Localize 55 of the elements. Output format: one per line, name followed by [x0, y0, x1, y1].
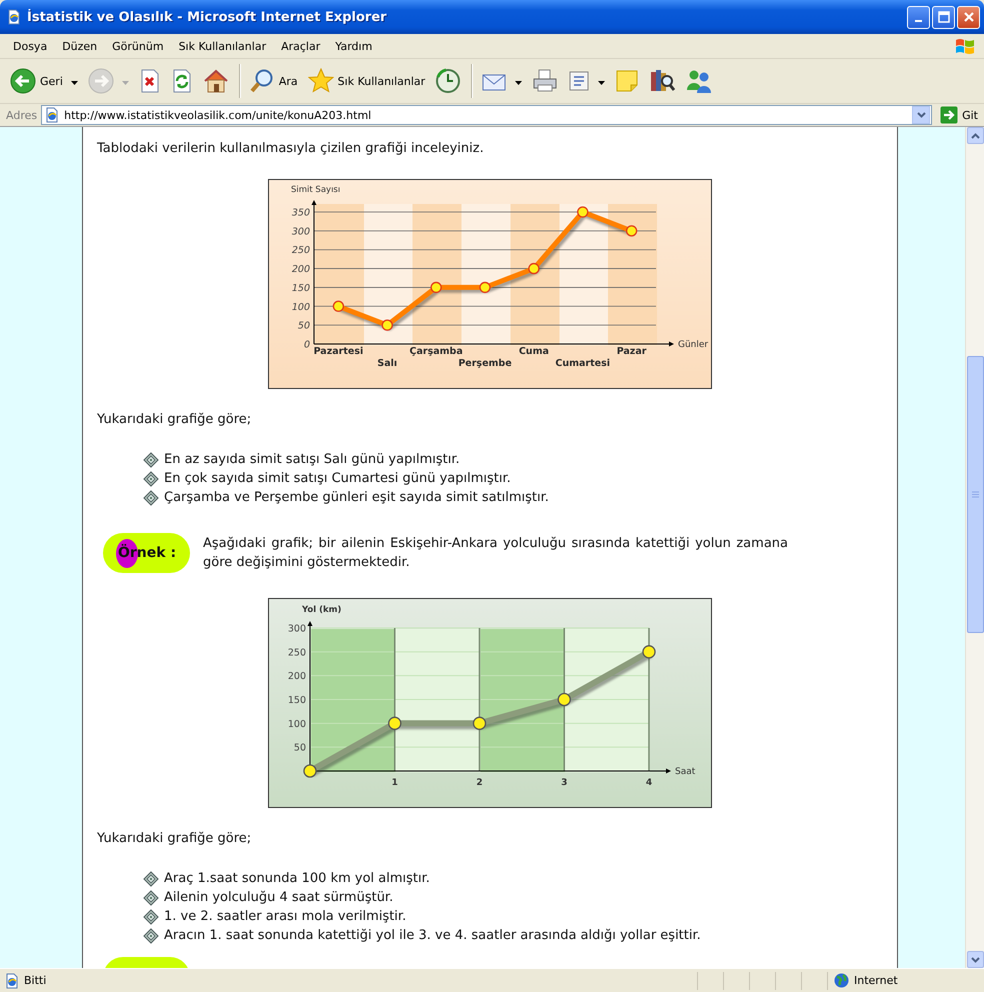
- x-category-label: Pazartesi: [314, 346, 364, 357]
- y-tick-label: 200: [288, 671, 306, 682]
- list-item: Ailenin yolculuğu 4 saat sürmüştür.: [164, 889, 394, 907]
- menu-item[interactable]: Düzen: [55, 38, 106, 54]
- back-button[interactable]: Geri: [6, 65, 67, 97]
- paragraph: Tablodaki verilerin kullanılmasıyla çizilen grafiği inceleyiniz.: [97, 140, 485, 158]
- x-axis-title: Saat: [675, 767, 696, 777]
- address-label: Adres: [6, 108, 38, 122]
- address-field[interactable]: http://www.istatistikveolasilik.com/unite/konuA203.html: [41, 105, 932, 125]
- list-item: Araç 1.saat sonunda 100 km yol almıştır.: [164, 870, 430, 888]
- x-axis-title: Günler: [678, 340, 708, 350]
- paragraph: Aşağıdaki grafik; bir ailenin Eskişehir-Ankara yolculuğu sırasında katettiği yolun zamana göre değişimini göstermektedir.: [203, 535, 788, 572]
- y-tick-label: 50: [294, 742, 306, 754]
- y-tick-label: 200: [292, 264, 310, 276]
- status-text: Bitti: [24, 974, 48, 987]
- y-axis-title: Yol (km): [302, 605, 342, 615]
- x-tick-label: 2: [476, 778, 483, 788]
- x-category-label: Cumartesi: [555, 358, 610, 369]
- y-tick-label: 100: [288, 718, 306, 730]
- menu-item[interactable]: Sık Kullanılanlar: [172, 38, 274, 54]
- y-tick-label: 350: [292, 208, 310, 218]
- menu-item[interactable]: Yardım: [328, 38, 380, 54]
- window-title: İstatistik ve Olasılık - Microsoft Internet Explorer: [27, 10, 388, 24]
- x-tick-label: 1: [392, 778, 398, 788]
- menu-item[interactable]: Araçlar: [274, 38, 328, 54]
- y-tick-label: 150: [288, 695, 306, 706]
- zone-label: Internet: [854, 974, 898, 987]
- search-button[interactable]: Ara: [244, 65, 302, 97]
- y-tick-label: 300: [288, 624, 306, 634]
- list-item: En az sayıda simit satışı Salı günü yapılmıştır.: [164, 451, 460, 469]
- y-tick-label: 300: [292, 226, 310, 238]
- paragraph: Yukarıdaki grafiğe göre;: [97, 411, 252, 429]
- x-category-label: Cuma: [518, 346, 549, 357]
- list-item: Aracın 1. saat sonunda katettiği yol ile 3. ve 4. saatler arasında aldığı yollar eşittir.: [164, 927, 701, 945]
- paragraph: Yukarıdaki grafiğe göre;: [97, 830, 252, 848]
- x-category-label: Çarşamba: [410, 346, 463, 357]
- x-category-label: Perşembe: [458, 358, 512, 369]
- list-item: Çarşamba ve Perşembe günleri eşit sayıda simit satılmıştır.: [164, 489, 549, 507]
- y-tick-label: 100: [292, 302, 310, 313]
- y-tick-label: 50: [298, 320, 310, 332]
- list-item: En çok sayıda simit satışı Cumartesi günü yapılmıştır.: [164, 470, 511, 488]
- menu-item[interactable]: Dosya: [6, 38, 56, 54]
- list-item: 1. ve 2. saatler arası mola verilmiştir.: [164, 908, 406, 926]
- menu-item[interactable]: Görünüm: [105, 38, 172, 54]
- y-tick-label: 250: [288, 647, 306, 658]
- y-tick-label: 250: [292, 245, 310, 256]
- x-category-label: Pazar: [616, 346, 646, 357]
- x-tick-label: 4: [646, 778, 652, 788]
- favorites-button[interactable]: Sık Kullanılanlar: [304, 65, 430, 97]
- y-axis-title: Simit Sayısı: [291, 185, 340, 195]
- x-tick-label: 3: [561, 778, 568, 788]
- x-category-label: Salı: [377, 358, 398, 369]
- y-tick-label: 150: [292, 282, 310, 294]
- y-tick-label: 0: [304, 340, 310, 350]
- go-button[interactable]: Git: [938, 106, 980, 124]
